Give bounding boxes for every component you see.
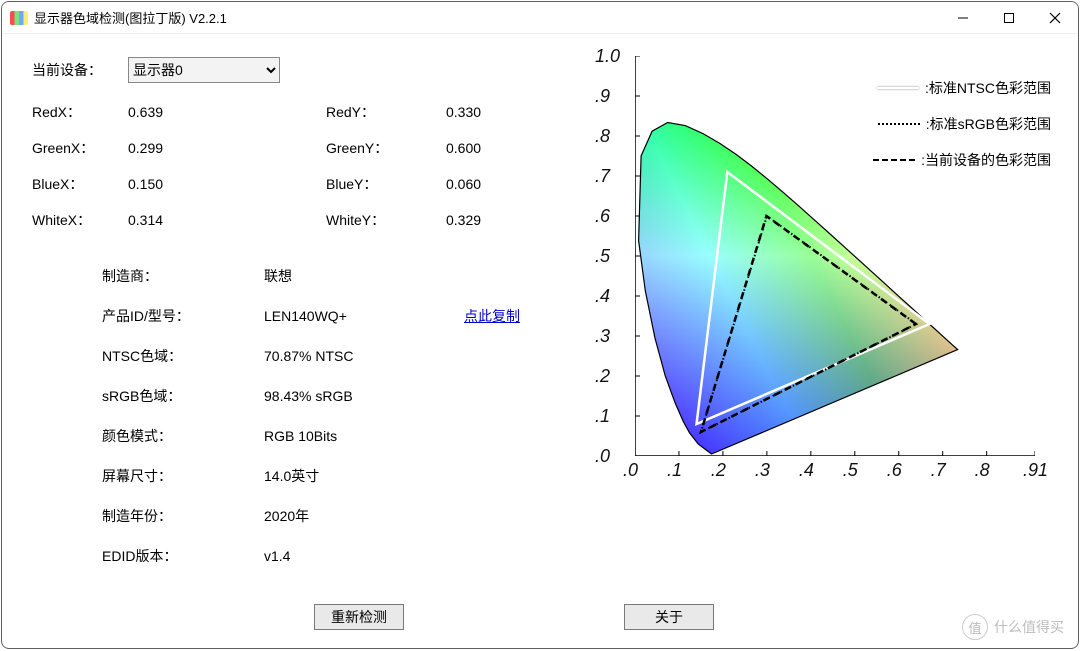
app-window: 显示器色域检测(图拉丁版) V2.2.1 当前设备： 显示器0 RedX： 0.… bbox=[1, 1, 1079, 649]
xtick: .7 bbox=[931, 460, 946, 481]
xtick: .91 bbox=[1023, 460, 1048, 481]
minimize-button[interactable] bbox=[940, 2, 986, 34]
watermark: 值 什么值得买 bbox=[962, 614, 1064, 640]
xtick: .6 bbox=[887, 460, 902, 481]
ntsc-label: NTSC色域： bbox=[102, 346, 264, 366]
maker-value: 联想 bbox=[264, 266, 464, 286]
maximize-button[interactable] bbox=[986, 2, 1032, 34]
ytick: .4 bbox=[595, 286, 610, 307]
greenx-value: 0.299 bbox=[128, 140, 326, 156]
bluey-label: BlueY： bbox=[326, 174, 446, 194]
bluex-value: 0.150 bbox=[128, 176, 326, 192]
details-block: 制造商： 联想 产品ID/型号： LEN140WQ+ 点此复制 NTSC色域： … bbox=[102, 256, 577, 576]
redx-value: 0.639 bbox=[128, 104, 326, 120]
close-button[interactable] bbox=[1032, 2, 1078, 34]
coordinates-block: RedX： 0.639 RedY： 0.330 GreenX： 0.299 Gr… bbox=[32, 94, 577, 238]
ytick: .7 bbox=[595, 166, 610, 187]
redx-label: RedX： bbox=[32, 102, 128, 122]
ytick: .3 bbox=[595, 326, 610, 347]
about-button[interactable]: 关于 bbox=[624, 604, 714, 630]
content-area: 当前设备： 显示器0 RedX： 0.639 RedY： 0.330 Green… bbox=[2, 34, 1078, 586]
greeny-label: GreenY： bbox=[326, 138, 446, 158]
chart-legend: :标准NTSC色彩范围 :标准sRGB色彩范围 :当前设备的色彩范围 bbox=[873, 70, 1051, 178]
greenx-label: GreenX： bbox=[32, 138, 128, 158]
left-panel: 当前设备： 显示器0 RedX： 0.639 RedY： 0.330 Green… bbox=[32, 52, 577, 576]
copy-link[interactable]: 点此复制 bbox=[464, 306, 520, 326]
xtick: .2 bbox=[711, 460, 726, 481]
redy-value: 0.330 bbox=[446, 104, 536, 120]
pid-value: LEN140WQ+ bbox=[264, 308, 464, 324]
pid-label: 产品ID/型号： bbox=[102, 306, 264, 326]
cie-chart: .0.1.2.3.4.5.6.7.8.91.0 .0.1.2.3.4.5.6.7… bbox=[587, 52, 1057, 502]
edid-label: EDID版本： bbox=[102, 546, 264, 566]
size-label: 屏幕尺寸： bbox=[102, 466, 264, 486]
whitey-value: 0.329 bbox=[446, 212, 536, 228]
xtick: .3 bbox=[755, 460, 770, 481]
redy-label: RedY： bbox=[326, 102, 446, 122]
xtick: .1 bbox=[667, 460, 682, 481]
srgb-value: 98.43% sRGB bbox=[264, 388, 464, 404]
whitex-value: 0.314 bbox=[128, 212, 326, 228]
year-value: 2020年 bbox=[264, 506, 464, 526]
bluex-label: BlueX： bbox=[32, 174, 128, 194]
legend-device: :当前设备的色彩范围 bbox=[921, 150, 1051, 170]
size-value: 14.0英寸 bbox=[264, 466, 464, 486]
titlebar: 显示器色域检测(图拉丁版) V2.2.1 bbox=[2, 2, 1078, 34]
ytick: .2 bbox=[595, 366, 610, 387]
mode-value: RGB 10Bits bbox=[264, 428, 464, 444]
device-label: 当前设备： bbox=[32, 60, 128, 80]
watermark-text: 什么值得买 bbox=[994, 617, 1064, 637]
ntsc-value: 70.87% NTSC bbox=[264, 348, 464, 364]
ytick: .6 bbox=[595, 206, 610, 227]
legend-ntsc: :标准NTSC色彩范围 bbox=[925, 78, 1051, 98]
year-label: 制造年份： bbox=[102, 506, 264, 526]
xtick: .4 bbox=[799, 460, 814, 481]
ytick: .5 bbox=[595, 246, 610, 267]
device-row: 当前设备： 显示器0 bbox=[32, 52, 577, 88]
ytick: 1.0 bbox=[595, 46, 620, 67]
legend-srgb: :标准sRGB色彩范围 bbox=[926, 114, 1051, 134]
redetect-button[interactable]: 重新检测 bbox=[314, 604, 404, 630]
ytick: .8 bbox=[595, 126, 610, 147]
mode-label: 颜色模式： bbox=[102, 426, 264, 446]
bluey-value: 0.060 bbox=[446, 176, 536, 192]
watermark-icon: 值 bbox=[962, 614, 988, 640]
greeny-value: 0.600 bbox=[446, 140, 536, 156]
window-title: 显示器色域检测(图拉丁版) V2.2.1 bbox=[34, 8, 227, 27]
whitex-label: WhiteX： bbox=[32, 210, 128, 230]
xtick: .5 bbox=[843, 460, 858, 481]
chart-panel: .0.1.2.3.4.5.6.7.8.91.0 .0.1.2.3.4.5.6.7… bbox=[587, 52, 1057, 576]
edid-value: v1.4 bbox=[264, 548, 464, 564]
ytick: .1 bbox=[595, 406, 610, 427]
whitey-label: WhiteY： bbox=[326, 210, 446, 230]
xtick: .0 bbox=[623, 460, 638, 481]
app-icon bbox=[10, 11, 28, 25]
maker-label: 制造商： bbox=[102, 266, 264, 286]
srgb-label: sRGB色域： bbox=[102, 386, 264, 406]
ytick: .9 bbox=[595, 86, 610, 107]
xtick: .8 bbox=[975, 460, 990, 481]
device-select[interactable]: 显示器0 bbox=[128, 57, 280, 83]
ytick: .0 bbox=[595, 446, 610, 467]
